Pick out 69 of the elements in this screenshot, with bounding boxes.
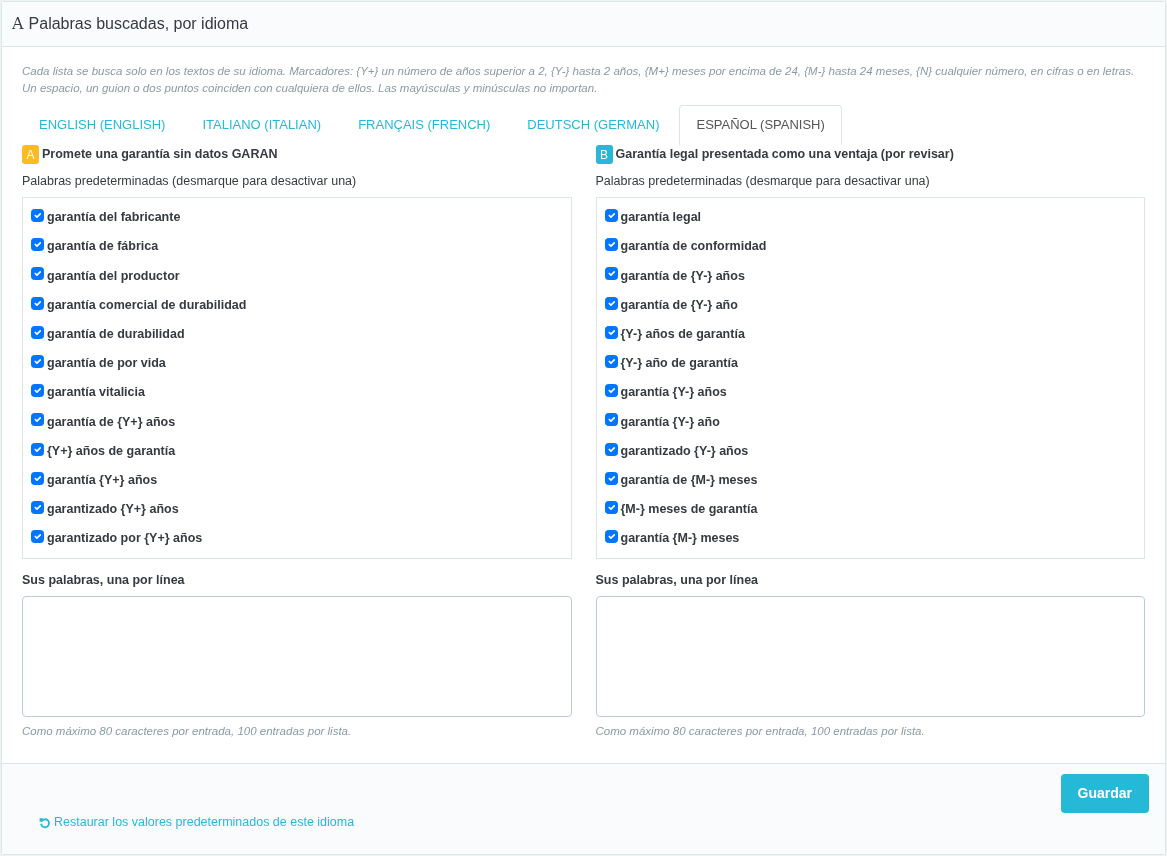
checkbox-label: garantía {Y+} años bbox=[47, 471, 158, 489]
checkbox-label: garantía del productor bbox=[47, 267, 180, 285]
checkbox-label: garantía de {M-} meses bbox=[620, 471, 758, 489]
circular-arrow-icon bbox=[39, 816, 51, 829]
group-title: Promete una garantía sin datos GARAN bbox=[42, 146, 278, 164]
checkbox-label: garantía de fábrica bbox=[47, 238, 159, 256]
checkbox-label: {Y+} años de garantía bbox=[47, 442, 176, 460]
checkbox-label: garantía {Y-} años bbox=[620, 384, 727, 402]
checkbox[interactable] bbox=[31, 471, 44, 485]
checkbox[interactable] bbox=[31, 413, 44, 427]
description-text: Cada lista se busca solo en los textos de su idioma. Marcadores: {Y+} un número de años superior a 2, {Y-} hasta 2 años, {M+} meses por encima de 24, {M-} hasta 24 meses, {N} cualquier número, en cifras o en letras. Un espacio, un guion o dos puntos coinciden con cualquiera de ellos. Las mayúsculas y minúsculas no importan. bbox=[22, 64, 1136, 96]
checkbox[interactable] bbox=[31, 384, 44, 398]
checkbox-label: {Y-} año de garantía bbox=[620, 355, 738, 373]
checkbox-label: garantía {Y-} año bbox=[620, 413, 720, 431]
checkbox[interactable] bbox=[31, 238, 44, 252]
checkbox[interactable] bbox=[604, 384, 618, 398]
language-tab[interactable]: FRANÇAIS (FRENCH) bbox=[341, 105, 508, 145]
checkbox[interactable] bbox=[604, 296, 618, 310]
checkbox[interactable] bbox=[31, 209, 44, 223]
language-tab[interactable]: DEUTSCH (GERMAN) bbox=[510, 105, 677, 145]
checkbox-label: garantía de {Y+} años bbox=[47, 413, 176, 431]
checkbox-label: garantía de durabilidad bbox=[47, 325, 185, 343]
field-label: Sus palabras, una por línea bbox=[22, 572, 186, 589]
group-letter-badge: B bbox=[595, 145, 613, 164]
checkbox-label: garantía {M-} meses bbox=[620, 530, 740, 548]
language-tab[interactable]: ENGLISH (ENGLISH) bbox=[22, 105, 183, 145]
letter-icon: A bbox=[12, 16, 24, 32]
checkbox[interactable] bbox=[604, 471, 618, 485]
panel-title: Palabras buscadas, por idioma bbox=[28, 14, 249, 34]
field-label: Palabras predeterminadas (desmarque para desactivar una) bbox=[22, 173, 358, 189]
checkbox-label: {M-} meses de garantía bbox=[620, 501, 758, 519]
checkbox-label: garantía del fabricante bbox=[47, 209, 181, 227]
checkbox[interactable] bbox=[31, 442, 44, 456]
checkbox[interactable] bbox=[604, 355, 618, 369]
checkbox[interactable] bbox=[31, 325, 44, 339]
checkbox-label: garantía de {Y-} años bbox=[620, 267, 745, 285]
group-title: Garantía legal presentada como una ventaja (por revisar) bbox=[615, 146, 954, 164]
field-label: Palabras predeterminadas (desmarque para desactivar una) bbox=[595, 173, 931, 189]
checkbox[interactable] bbox=[31, 530, 44, 544]
language-tab[interactable]: ITALIANO (ITALIAN) bbox=[185, 105, 339, 145]
checkbox[interactable] bbox=[604, 325, 618, 339]
checkbox[interactable] bbox=[604, 530, 618, 544]
checkbox[interactable] bbox=[31, 296, 44, 310]
checkbox[interactable] bbox=[604, 442, 618, 456]
checkbox[interactable] bbox=[604, 267, 618, 281]
checkbox-label: {Y-} años de garantía bbox=[620, 325, 745, 343]
checkbox[interactable] bbox=[31, 267, 44, 281]
checkbox-label: garantizado {Y+} años bbox=[47, 501, 179, 519]
checkbox[interactable] bbox=[604, 500, 618, 514]
checkbox-label: garantía de {Y-} año bbox=[620, 296, 738, 314]
checkbox-label: garantía legal bbox=[620, 209, 702, 227]
checkbox[interactable] bbox=[604, 413, 618, 427]
hint-text: Como máximo 80 caracteres por entrada, 100 entradas por lista. bbox=[595, 724, 926, 740]
hint-text: Como máximo 80 caracteres por entrada, 100 entradas por lista. bbox=[22, 724, 353, 740]
checkbox-label: garantía de conformidad bbox=[620, 238, 767, 256]
checkbox[interactable] bbox=[31, 355, 44, 369]
checkbox-label: garantía vitalicia bbox=[47, 384, 145, 402]
checkbox-label: garantizado {Y-} años bbox=[620, 442, 749, 460]
checkbox-label: garantizado por {Y+} años bbox=[47, 530, 203, 548]
language-tab[interactable]: ESPAÑOL (SPANISH) bbox=[679, 105, 842, 145]
checkbox-label: garantía de por vida bbox=[47, 355, 166, 373]
field-label: Sus palabras, una por línea bbox=[595, 572, 760, 589]
save-button[interactable]: Guardar bbox=[1060, 774, 1149, 814]
group-letter-badge: A bbox=[22, 145, 39, 164]
checkbox-label: garantía comercial de durabilidad bbox=[47, 296, 247, 314]
checkbox[interactable] bbox=[604, 238, 618, 252]
checkbox[interactable] bbox=[31, 500, 44, 514]
checkbox[interactable] bbox=[604, 209, 618, 223]
restore-defaults-link[interactable]: Restaurar los valores predeterminados de este idioma bbox=[39, 813, 355, 832]
